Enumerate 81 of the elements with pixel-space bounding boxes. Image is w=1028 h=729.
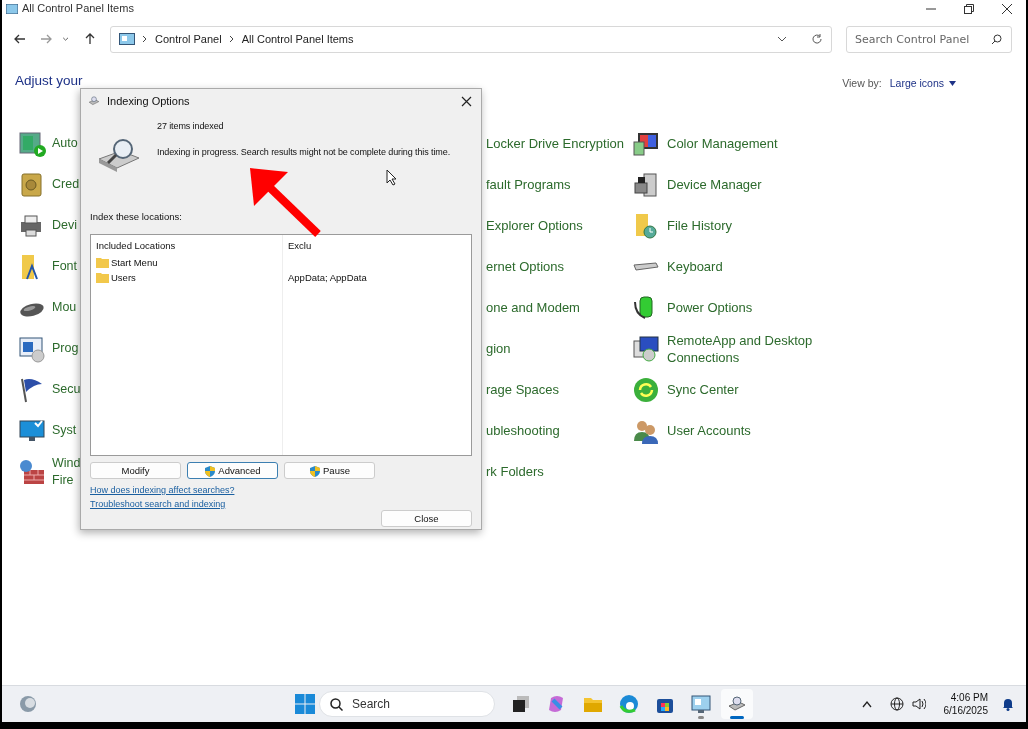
control-panel-item[interactable]: Auto [18, 123, 80, 164]
chevron-down-icon[interactable] [777, 34, 787, 44]
control-panel-item[interactable]: Wind Fire [18, 451, 80, 492]
folder-icon [96, 256, 109, 268]
folder-icon [96, 271, 109, 283]
firewall-icon [18, 457, 46, 486]
location-name: Start Menu [111, 256, 158, 268]
control-panel-item[interactable]: Font [18, 246, 80, 287]
control-panel-item[interactable]: Explorer Options [486, 205, 632, 246]
close-button[interactable]: Close [381, 510, 472, 527]
refresh-icon[interactable] [811, 33, 823, 45]
chevron-right-icon [141, 35, 149, 43]
items-indexed-count: 27 items indexed [157, 121, 225, 131]
control-panel-item[interactable]: Power Options [632, 287, 932, 328]
control-panel-item[interactable]: Sync Center [632, 369, 932, 410]
excluded-folders: AppData; AppData [288, 271, 367, 283]
section-label: Index these locations: [90, 211, 183, 222]
programs-icon [18, 334, 46, 363]
view-by-label: View by: [842, 77, 882, 89]
clock[interactable]: 4:06 PM 6/16/2025 [943, 691, 988, 717]
locations-list[interactable]: Included Locations Start Menu Users Exclu AppData; AppData [90, 234, 472, 456]
control-panel-item[interactable]: Keyboard [632, 246, 932, 287]
control-panel-item[interactable]: gion [486, 328, 632, 369]
bell-icon[interactable] [1002, 697, 1014, 711]
speaker-icon[interactable] [911, 697, 926, 711]
dialog-title: Indexing Options [107, 95, 191, 107]
address-bar[interactable]: Control Panel All Control Panel Items [110, 25, 832, 53]
search-field[interactable]: Search Control Panel [846, 25, 1012, 53]
control-panel-item[interactable]: rage Spaces [486, 369, 632, 410]
control-panel-item[interactable]: Device Manager [632, 164, 932, 205]
sync-icon [632, 375, 660, 404]
chevron-up-icon[interactable] [861, 700, 872, 708]
indexing-icon [87, 95, 101, 107]
control-panel-item[interactable]: Locker Drive Encryption [486, 123, 632, 164]
dialog-button[interactable]: Advanced [187, 462, 278, 479]
control-panel-item[interactable]: Devi [18, 205, 80, 246]
help-link[interactable]: How does indexing affect searches? [90, 485, 235, 495]
close-icon[interactable] [461, 95, 472, 107]
search-icon [991, 33, 1002, 45]
location-name: Users [111, 271, 136, 283]
control-panel-item[interactable]: one and Modem [486, 287, 632, 328]
search-icon [330, 697, 343, 711]
mouse-cursor-icon [386, 169, 398, 186]
window-title: All Control Panel Items [22, 2, 134, 14]
control-panel-item[interactable]: File History [632, 205, 932, 246]
remote-desktop-icon [632, 334, 660, 363]
autoplay-icon [18, 129, 46, 158]
control-panel-item[interactable]: User Accounts [632, 410, 932, 451]
globe-icon[interactable] [889, 697, 904, 711]
help-link[interactable]: Troubleshoot search and indexing [90, 499, 226, 509]
dialog-button[interactable]: Pause [284, 462, 375, 479]
control-panel-item[interactable]: Secu [18, 369, 80, 410]
control-panel-item[interactable]: rk Folders [486, 451, 632, 492]
view-dropdown[interactable]: Large icons [889, 77, 956, 89]
control-panel-item[interactable]: Syst [18, 410, 80, 451]
control-panel-item[interactable]: ernet Options [486, 246, 632, 287]
caret-icon [949, 80, 956, 86]
column-header: Included Locations [96, 240, 177, 251]
breadcrumb[interactable]: All Control Panel Items [241, 33, 354, 45]
control-panel-item[interactable]: RemoteApp and Desktop Connections [632, 328, 932, 369]
control-panel-item[interactable]: Mou [18, 287, 80, 328]
device-icon [632, 170, 660, 199]
keyboard-icon [632, 262, 660, 271]
close-icon[interactable] [1002, 4, 1012, 14]
column-header: Exclu [288, 240, 313, 251]
control-panel-item[interactable]: Cred [18, 164, 80, 205]
indexing-status: Indexing in progress. Search results might not be complete during this time. [157, 147, 451, 157]
indexing-icon[interactable] [721, 689, 753, 719]
control-panel-item[interactable]: Color Management [632, 123, 932, 164]
breadcrumb[interactable]: Control Panel [155, 33, 222, 45]
taskbar-search[interactable]: Search [319, 691, 495, 717]
drive-magnifier-icon [97, 137, 141, 173]
shield-icon [204, 464, 217, 477]
chevron-right-icon [227, 35, 236, 43]
control-panel-item[interactable]: ubleshooting [486, 410, 632, 451]
dialog-button[interactable]: Modify [90, 462, 181, 479]
control-panel-item[interactable]: Prog [18, 328, 80, 369]
page-heading: Adjust your [15, 73, 83, 88]
shield-icon [309, 464, 322, 477]
restore-button[interactable] [964, 4, 974, 14]
control-panel-item[interactable]: fault Programs [486, 164, 632, 205]
